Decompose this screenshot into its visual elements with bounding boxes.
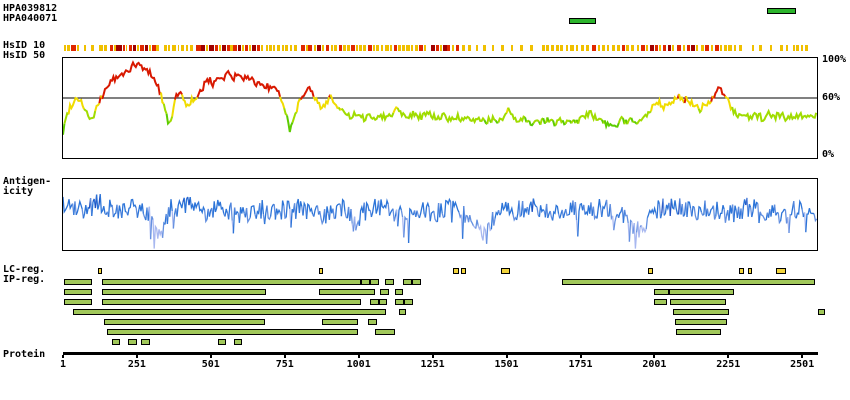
axis-tick-mark (801, 355, 803, 358)
axis-tick-label: 1751 (561, 360, 601, 370)
axis-tick-label: 1501 (487, 360, 527, 370)
axis-tick-mark (62, 355, 64, 358)
axis-tick-label: 2001 (634, 360, 674, 370)
axis-tick-mark (653, 355, 655, 358)
axis-tick-mark (210, 355, 212, 358)
axis-tick-mark (580, 355, 582, 358)
protein-axis: 12515017511001125115011751200122512501 (0, 0, 850, 400)
axis-tick-mark (284, 355, 286, 358)
axis-tick-label: 501 (191, 360, 231, 370)
axis-tick-label: 1 (43, 360, 83, 370)
axis-tick-label: 1251 (413, 360, 453, 370)
protein-axis-line (63, 352, 818, 355)
axis-tick-label: 251 (117, 360, 157, 370)
axis-tick-mark (358, 355, 360, 358)
axis-tick-mark (432, 355, 434, 358)
axis-tick-mark (136, 355, 138, 358)
axis-tick-mark (727, 355, 729, 358)
axis-tick-label: 2251 (708, 360, 748, 370)
axis-tick-label: 1001 (339, 360, 379, 370)
axis-tick-label: 751 (265, 360, 305, 370)
axis-tick-mark (506, 355, 508, 358)
protein-antigen-feature-plot: HPA039812 HPA040071 HsID 10 HsID 50 100%… (0, 0, 850, 400)
axis-tick-label: 2501 (782, 360, 822, 370)
